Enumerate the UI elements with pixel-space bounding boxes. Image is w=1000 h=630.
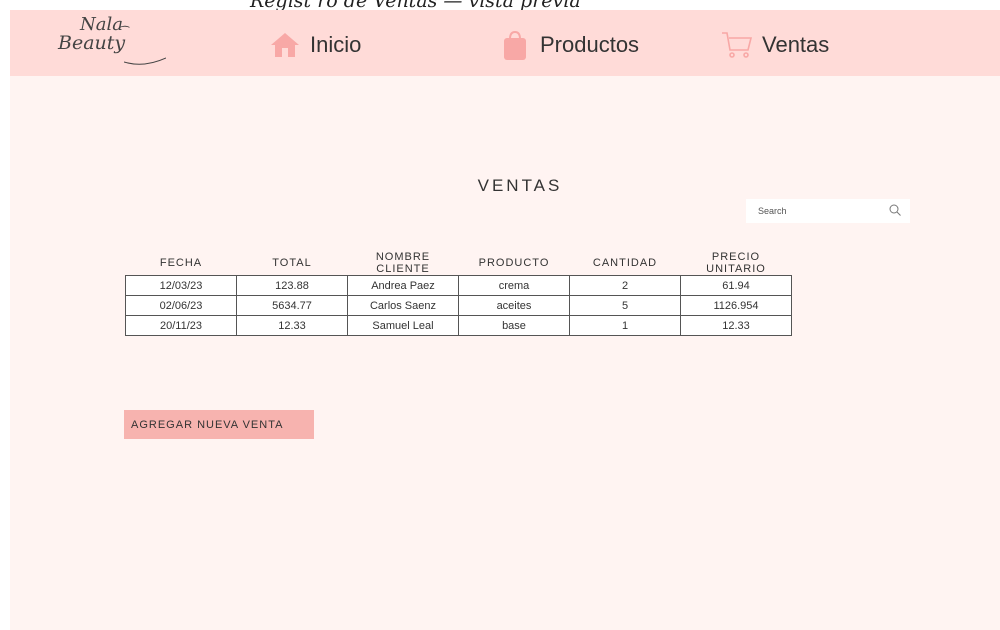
cell-nombre-cliente: Andrea Paez <box>347 275 459 296</box>
cart-icon <box>720 28 754 62</box>
cell-total: 12.33 <box>236 315 348 336</box>
cell-fecha: 12/03/23 <box>125 275 237 296</box>
header-cantidad[interactable]: CANTIDAD <box>570 251 681 276</box>
table-row[interactable]: 02/06/23 5634.77 Carlos Saenz aceites 5 … <box>125 295 792 316</box>
nav-productos-label: Productos <box>540 32 640 57</box>
nav-ventas[interactable]: Ventas <box>720 28 829 62</box>
cell-producto: aceites <box>458 295 570 316</box>
table-row[interactable]: 12/03/23 123.88 Andrea Paez crema 2 61.9… <box>125 275 792 296</box>
table-row[interactable]: 20/11/23 12.33 Samuel Leal base 1 12.33 <box>125 315 792 336</box>
navbar: Nala Beauty ⁀ Inicio Productos Ventas <box>10 10 1000 76</box>
nav-productos[interactable]: Productos <box>498 28 639 62</box>
cell-cantidad: 2 <box>569 275 681 296</box>
nav-inicio[interactable]: Inicio <box>268 28 361 62</box>
cell-fecha: 20/11/23 <box>125 315 237 336</box>
logo-swoosh <box>124 57 166 65</box>
cell-producto: crema <box>458 275 570 296</box>
nav-inicio-label: Inicio <box>310 32 362 57</box>
header-nombre-cliente[interactable]: NOMBRE CLIENTE <box>348 251 459 276</box>
shopping-bag-icon <box>498 28 532 62</box>
cell-total: 5634.77 <box>236 295 348 316</box>
cell-precio-unitario: 1126.954 <box>680 295 792 316</box>
cell-nombre-cliente: Samuel Leal <box>347 315 459 336</box>
search-icon[interactable] <box>888 203 902 217</box>
cell-producto: base <box>458 315 570 336</box>
table-header-row: FECHA TOTAL NOMBRE CLIENTE PRODUCTO CANT… <box>126 251 792 276</box>
cell-nombre-cliente: Carlos Saenz <box>347 295 459 316</box>
cell-cantidad: 1 <box>569 315 681 336</box>
header-total[interactable]: TOTAL <box>237 251 348 276</box>
header-fecha[interactable]: FECHA <box>126 251 237 276</box>
add-sale-button[interactable]: AGREGAR NUEVA VENTA <box>124 410 314 439</box>
sales-table: FECHA TOTAL NOMBRE CLIENTE PRODUCTO CANT… <box>125 251 792 336</box>
header-precio-unitario[interactable]: PRECIO UNITARIO <box>681 251 792 276</box>
cell-cantidad: 5 <box>569 295 681 316</box>
cell-total: 123.88 <box>236 275 348 296</box>
eyelash-icon: ⁀ <box>118 26 127 39</box>
logo-line-2: Beauty <box>58 32 126 54</box>
header-producto[interactable]: PRODUCTO <box>459 251 570 276</box>
logo[interactable]: Nala Beauty ⁀ <box>58 16 166 65</box>
app-frame: Nala Beauty ⁀ Inicio Productos Ventas VE… <box>10 10 1000 630</box>
cell-precio-unitario: 12.33 <box>680 315 792 336</box>
cell-precio-unitario: 61.94 <box>680 275 792 296</box>
page-title: VENTAS <box>477 176 563 195</box>
cell-fecha: 02/06/23 <box>125 295 237 316</box>
home-icon <box>268 28 302 62</box>
search-input[interactable] <box>746 199 910 223</box>
nav-ventas-label: Ventas <box>762 32 830 57</box>
